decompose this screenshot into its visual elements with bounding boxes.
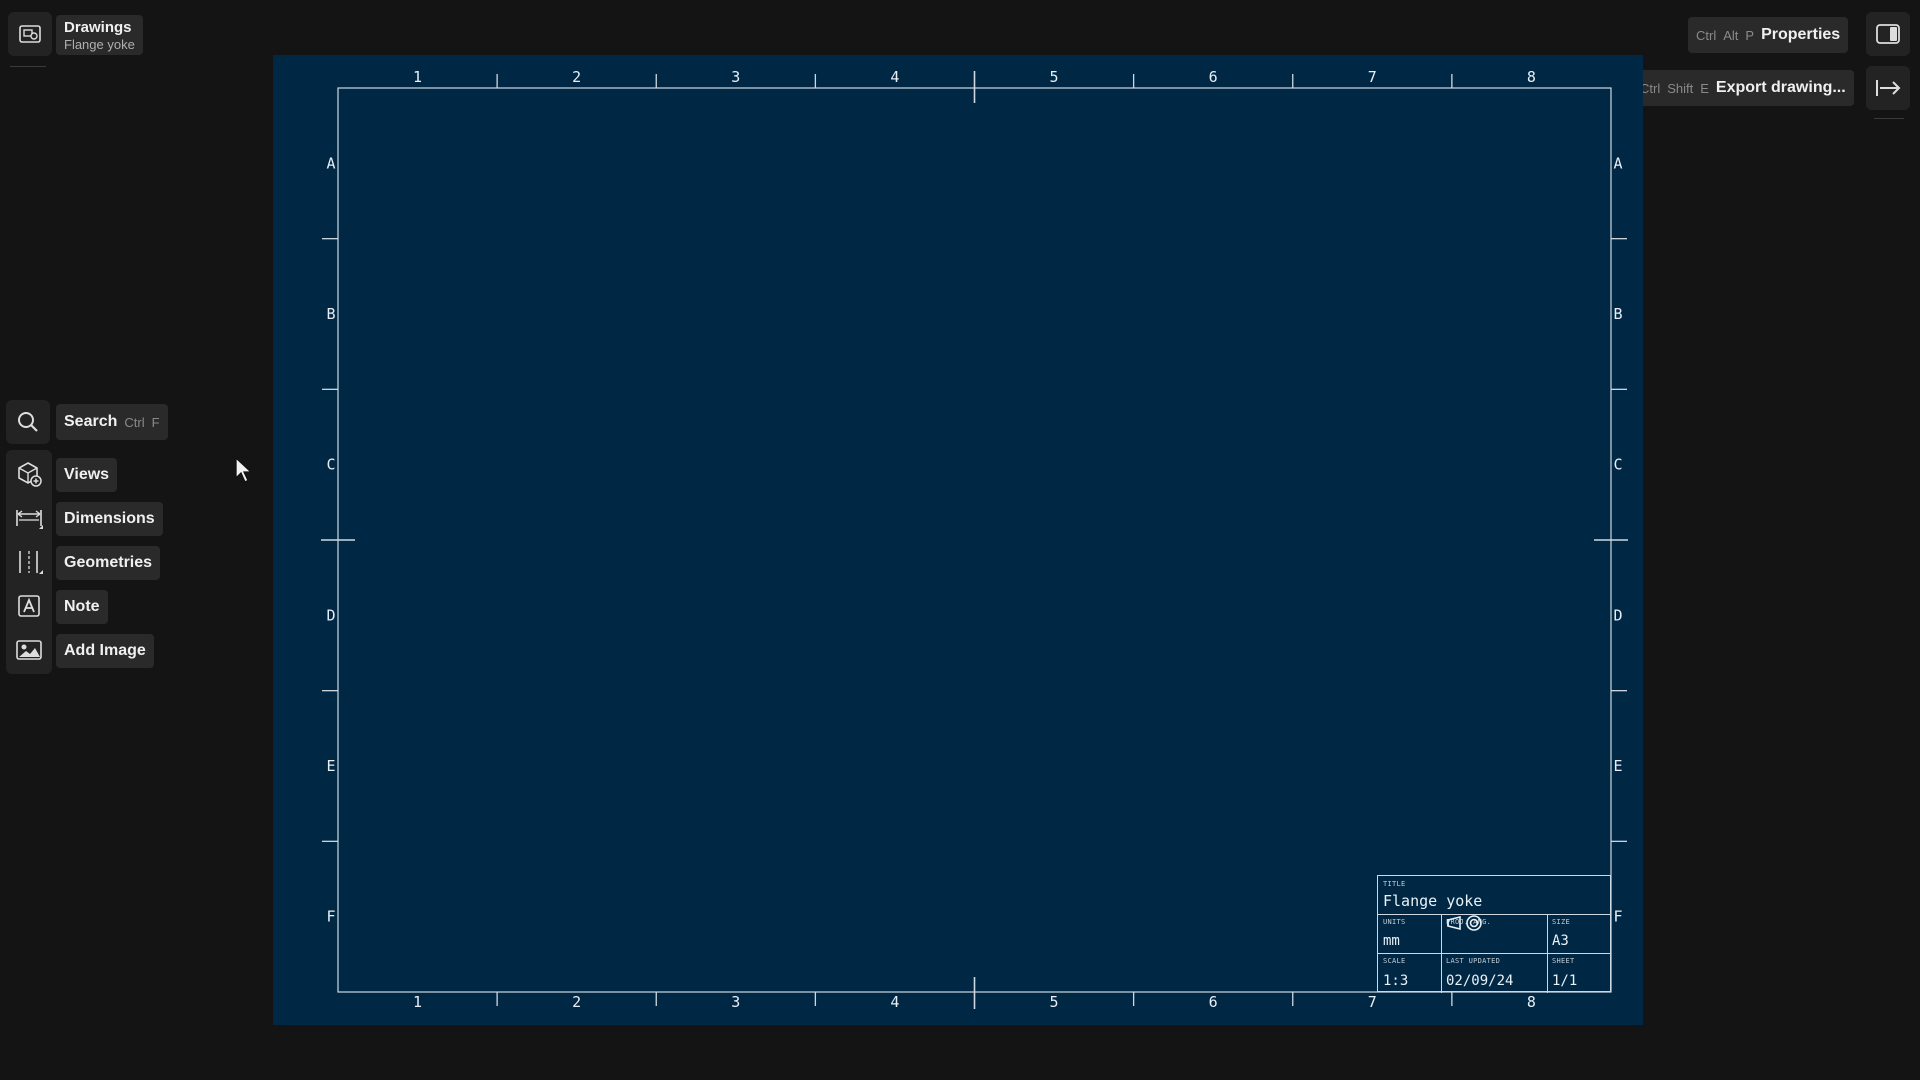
- size-value: A3: [1552, 933, 1569, 949]
- shortcut-key: Ctrl: [1696, 27, 1717, 43]
- properties-tooltip: Ctrl Alt P Properties: [1688, 17, 1849, 53]
- tool-label-add-image[interactable]: Add Image: [56, 634, 154, 668]
- tool-label: Dimensions: [64, 510, 155, 527]
- title-block: TITLE Flange yoke UNITS mm PROJ. ANG. SI…: [1377, 875, 1612, 993]
- tool-label: Geometries: [64, 554, 153, 571]
- updated-value: 02/09/24: [1446, 973, 1514, 989]
- shortcut-key: Ctrl: [1640, 80, 1661, 96]
- sheet-number-cell: SHEET 1/1: [1547, 953, 1612, 993]
- tool-label: Views: [64, 466, 110, 483]
- divider: [10, 66, 46, 67]
- search-button[interactable]: [6, 400, 50, 444]
- shortcut-key: E: [1700, 80, 1709, 96]
- title-caption: TITLE: [1383, 880, 1406, 888]
- properties-panel-toggle[interactable]: [1866, 12, 1910, 56]
- column-label-bottom: 6: [1209, 993, 1218, 1011]
- column-label-top: 2: [572, 68, 581, 86]
- sheet-caption: SHEET: [1552, 957, 1575, 965]
- dimension-icon[interactable]: [9, 498, 49, 538]
- document-name: Flange yoke: [64, 36, 135, 52]
- scale-caption: SCALE: [1383, 957, 1406, 965]
- scale-value: 1:3: [1383, 973, 1409, 989]
- column-label-bottom: 1: [413, 993, 422, 1011]
- row-label-left: E: [326, 757, 335, 775]
- document-section: Drawings: [64, 18, 132, 36]
- export-label: Export drawing...: [1715, 79, 1846, 96]
- column-label-bottom: 8: [1527, 993, 1536, 1011]
- column-label-top: 5: [1050, 68, 1059, 86]
- image-icon[interactable]: [9, 630, 49, 670]
- export-tooltip: Ctrl Shift E Export drawing...: [1632, 70, 1854, 106]
- size-caption: SIZE: [1552, 918, 1571, 926]
- row-label-right: A: [1613, 154, 1622, 172]
- shortcut-key: F: [151, 414, 160, 430]
- row-label-left: A: [326, 154, 335, 172]
- row-label-right: E: [1613, 757, 1622, 775]
- title-cell: TITLE Flange yoke: [1378, 876, 1612, 914]
- column-label-bottom: 5: [1050, 993, 1059, 1011]
- column-label-bottom: 3: [731, 993, 740, 1011]
- search-label: Search: [64, 413, 118, 430]
- sidebar-toggle-icon: [1876, 24, 1900, 44]
- search-tooltip: Search Ctrl F: [56, 404, 168, 440]
- properties-label: Properties: [1761, 26, 1841, 43]
- row-label-left: F: [326, 908, 335, 926]
- drawing-sheet[interactable]: 1 1 2 2 3 3 4 4 5 5 6 6 7 7 8 8 A A B B C C D D E E F F TITLE Flang…: [273, 55, 1643, 1025]
- row-label-left: D: [326, 606, 335, 624]
- tool-label-views[interactable]: Views: [56, 458, 118, 492]
- drawing-title: Flange yoke: [1383, 892, 1483, 910]
- column-label-top: 7: [1368, 68, 1377, 86]
- inner-border: [337, 87, 1612, 993]
- row-label-right: F: [1613, 908, 1622, 926]
- row-label-right: C: [1613, 456, 1622, 474]
- search-icon: [18, 412, 38, 432]
- column-label-top: 1: [413, 68, 422, 86]
- drawings-icon[interactable]: [8, 12, 52, 56]
- column-label-top: 3: [731, 68, 740, 86]
- tool-label: Add Image: [64, 642, 146, 659]
- column-label-top: 6: [1209, 68, 1218, 86]
- geometry-lines-icon[interactable]: [9, 542, 49, 582]
- add-view-icon[interactable]: [9, 454, 49, 494]
- note-text-icon[interactable]: [9, 586, 49, 626]
- size-cell: SIZE A3: [1547, 914, 1612, 953]
- units-caption: UNITS: [1383, 918, 1406, 926]
- column-label-bottom: 4: [890, 993, 899, 1011]
- row-label-left: C: [326, 456, 335, 474]
- updated-cell: LAST UPDATED 02/09/24: [1441, 953, 1547, 993]
- tool-label-dimensions[interactable]: Dimensions: [56, 502, 163, 536]
- shortcut-key: Shift: [1667, 80, 1694, 96]
- row-label-right: D: [1613, 606, 1622, 624]
- shortcut-key: Ctrl: [124, 414, 145, 430]
- row-label-right: B: [1613, 305, 1622, 323]
- shortcut-key: P: [1745, 27, 1755, 43]
- column-label-bottom: 2: [572, 993, 581, 1011]
- column-label-top: 8: [1527, 68, 1536, 86]
- shortcut-key: Alt: [1723, 27, 1739, 43]
- updated-caption: LAST UPDATED: [1446, 957, 1501, 965]
- export-button[interactable]: [1866, 66, 1910, 110]
- row-label-left: B: [326, 305, 335, 323]
- scale-cell: SCALE 1:3: [1378, 953, 1441, 993]
- projection-cell: PROJ. ANG.: [1441, 914, 1547, 953]
- document-title[interactable]: Drawings Flange yoke: [56, 15, 143, 55]
- export-arrow-icon: [1876, 80, 1901, 96]
- mouse-cursor-icon: [235, 456, 253, 483]
- third-angle-projection-icon: [1447, 915, 1482, 931]
- column-label-top: 4: [890, 68, 899, 86]
- units-cell: UNITS mm: [1378, 914, 1441, 953]
- tool-label: Note: [64, 598, 100, 615]
- units-value: mm: [1383, 933, 1400, 949]
- column-label-bottom: 7: [1368, 993, 1377, 1011]
- sheet-value: 1/1: [1552, 973, 1578, 989]
- tool-label-geometries[interactable]: Geometries: [56, 546, 161, 580]
- tool-label-note[interactable]: Note: [56, 590, 108, 624]
- divider: [1874, 118, 1904, 119]
- tool-strip: [6, 450, 52, 674]
